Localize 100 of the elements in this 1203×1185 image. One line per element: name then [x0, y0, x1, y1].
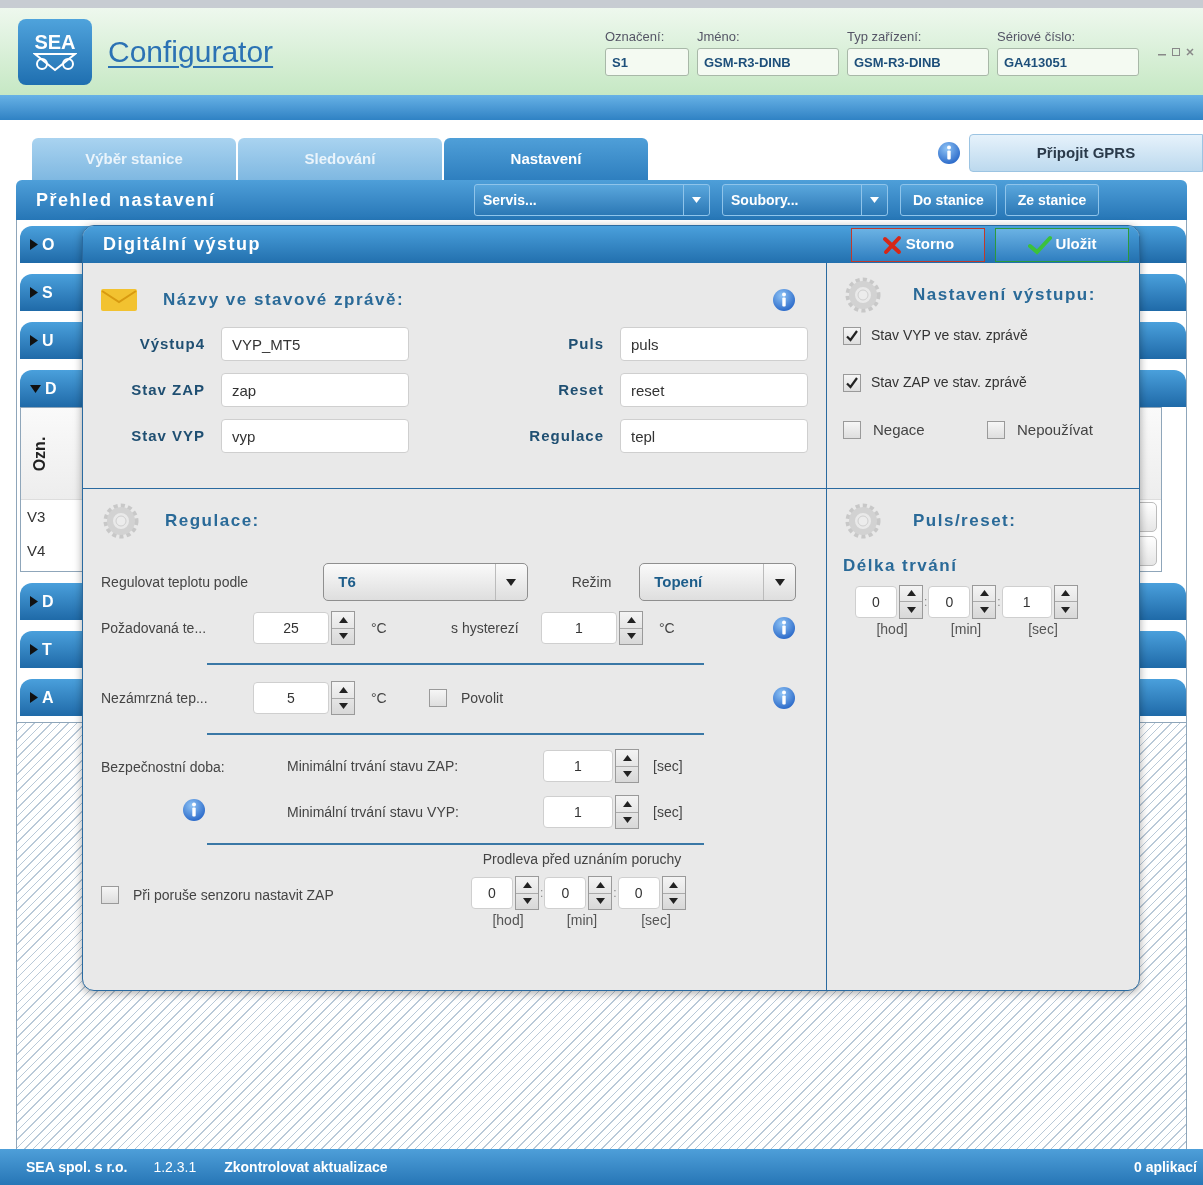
number-field[interactable]: 25: [253, 612, 329, 644]
info-icon: [772, 616, 796, 640]
checkbox[interactable]: [843, 373, 861, 392]
checkbox[interactable]: [101, 886, 119, 904]
checkbox[interactable]: [843, 421, 861, 440]
checkbox-label: Negace: [873, 420, 925, 440]
spin-buttons[interactable]: [661, 876, 686, 910]
text-field[interactable]: VYP_MT5: [221, 327, 409, 361]
field-label: Reset: [557, 379, 605, 400]
section-heading: Regulace:: [165, 510, 260, 533]
text-field[interactable]: reset: [620, 373, 808, 407]
toolbar-button[interactable]: Ze stanice: [1004, 184, 1100, 216]
spin-buttons[interactable]: [899, 584, 923, 619]
field-label: Jméno:: [697, 27, 741, 46]
update-link[interactable]: Zkontrolovat aktualizace: [224, 1156, 388, 1178]
info-field: GA413051: [997, 48, 1139, 77]
field-label: Požadovaná te...: [101, 618, 208, 638]
text-field[interactable]: puls: [620, 327, 808, 361]
separator: :: [539, 885, 545, 902]
caret-right-icon: [30, 239, 38, 250]
number-field[interactable]: 5: [253, 682, 329, 714]
section-heading: Puls/reset:: [913, 510, 1017, 533]
accordion-label: S: [42, 282, 53, 303]
separator: :: [612, 885, 618, 902]
spin-buttons[interactable]: [619, 611, 643, 645]
info-icon: [772, 686, 796, 710]
number-field[interactable]: 0: [471, 877, 513, 909]
connect-gprs-button[interactable]: Připojit GPRS: [969, 134, 1203, 172]
close-icon[interactable]: [1185, 46, 1195, 57]
dropdown[interactable]: Topení: [639, 563, 796, 601]
spin-buttons[interactable]: [615, 795, 639, 829]
field-label: Stav VYP: [130, 425, 206, 446]
accordion-label: D: [42, 591, 54, 612]
field-label: Regulovat teplotu podle: [101, 572, 250, 592]
unit-label: [min]: [949, 619, 983, 639]
apps-count: 0 aplikací: [1133, 1157, 1197, 1177]
spin-buttons[interactable]: [972, 584, 997, 619]
field-label: Nezámrzná tep...: [101, 688, 209, 708]
unit-label: [sec]: [653, 756, 683, 776]
number-field[interactable]: 0: [855, 585, 897, 618]
menu-dropdown[interactable]: Servis...: [474, 184, 710, 216]
checkbox-label: Stav ZAP ve stav. zprávě: [871, 373, 1027, 392]
unit-label: [min]: [565, 911, 599, 930]
spin-buttons[interactable]: [1053, 584, 1078, 619]
number-field[interactable]: 0: [617, 877, 660, 909]
caret-icon: [774, 578, 785, 586]
caret-right-icon: [30, 287, 38, 298]
tab[interactable]: Nastavení: [444, 138, 648, 180]
menu-dropdown[interactable]: Soubory...: [722, 184, 888, 216]
number-field[interactable]: 1: [541, 612, 617, 644]
number-field[interactable]: 0: [544, 877, 587, 909]
number-field[interactable]: 1: [1001, 585, 1052, 618]
unit-label: °C: [371, 688, 388, 708]
checkbox-label: Nepoužívat: [1017, 420, 1093, 440]
checkbox-label: Stav VYP ve stav. zprávě: [871, 326, 1028, 345]
spin-buttons[interactable]: [331, 611, 355, 645]
section-heading: Nastavení výstupu:: [913, 284, 1096, 307]
number-field[interactable]: 0: [928, 585, 971, 618]
checkbox[interactable]: [429, 689, 447, 707]
checkbox[interactable]: [987, 421, 1005, 440]
spin-buttons[interactable]: [515, 876, 539, 910]
text-field[interactable]: zap: [221, 373, 409, 407]
spin-buttons[interactable]: [615, 749, 639, 783]
separator: :: [996, 593, 1002, 611]
field-label: Minimální trvání stavu ZAP:: [287, 756, 460, 776]
gear-icon: [843, 275, 883, 315]
version-label: 1.2.3.1: [153, 1157, 197, 1177]
envelope-icon: [101, 287, 137, 313]
spin-buttons[interactable]: [588, 876, 613, 910]
dropdown[interactable]: T6: [323, 563, 528, 601]
dialog-title: Digitální výstup: [103, 233, 261, 256]
field-label: Prodleva před uznáním poruchy: [482, 850, 682, 869]
number-field[interactable]: 1: [543, 750, 613, 782]
company-name: SEA spol. s r.o.: [26, 1157, 128, 1177]
section-heading: Názvy ve stavové zprávě:: [163, 289, 405, 312]
check-icon: [1027, 234, 1052, 255]
field-label: Minimální trvání stavu VYP:: [287, 802, 460, 822]
caret-right-icon: [30, 596, 38, 607]
toolbar-button[interactable]: Do stanice: [900, 184, 997, 216]
unit-label: [sec]: [653, 802, 683, 822]
column-header: Ozn.: [30, 435, 49, 473]
maximize-icon[interactable]: [1171, 46, 1181, 57]
accordion-label: A: [42, 687, 54, 708]
info-icon: [772, 288, 796, 312]
gear-icon: [101, 501, 141, 541]
field-label: Výstup4: [138, 333, 206, 354]
spin-buttons[interactable]: [331, 681, 355, 715]
separator: :: [923, 593, 929, 611]
field-label: Stav ZAP: [130, 379, 206, 400]
text-field[interactable]: vyp: [221, 419, 409, 453]
number-field[interactable]: 1: [543, 796, 613, 828]
caret-right-icon: [30, 692, 38, 703]
accordion-label: T: [42, 639, 52, 660]
unit-label: °C: [371, 618, 388, 638]
caret-right-icon: [30, 335, 38, 346]
checkbox[interactable]: [843, 326, 861, 345]
text-field[interactable]: tepl: [620, 419, 808, 453]
unit-label: [sec]: [1027, 619, 1059, 639]
checkbox-label: Při poruše senzoru nastavit ZAP: [133, 885, 334, 905]
unit-label: [hod]: [875, 619, 909, 639]
